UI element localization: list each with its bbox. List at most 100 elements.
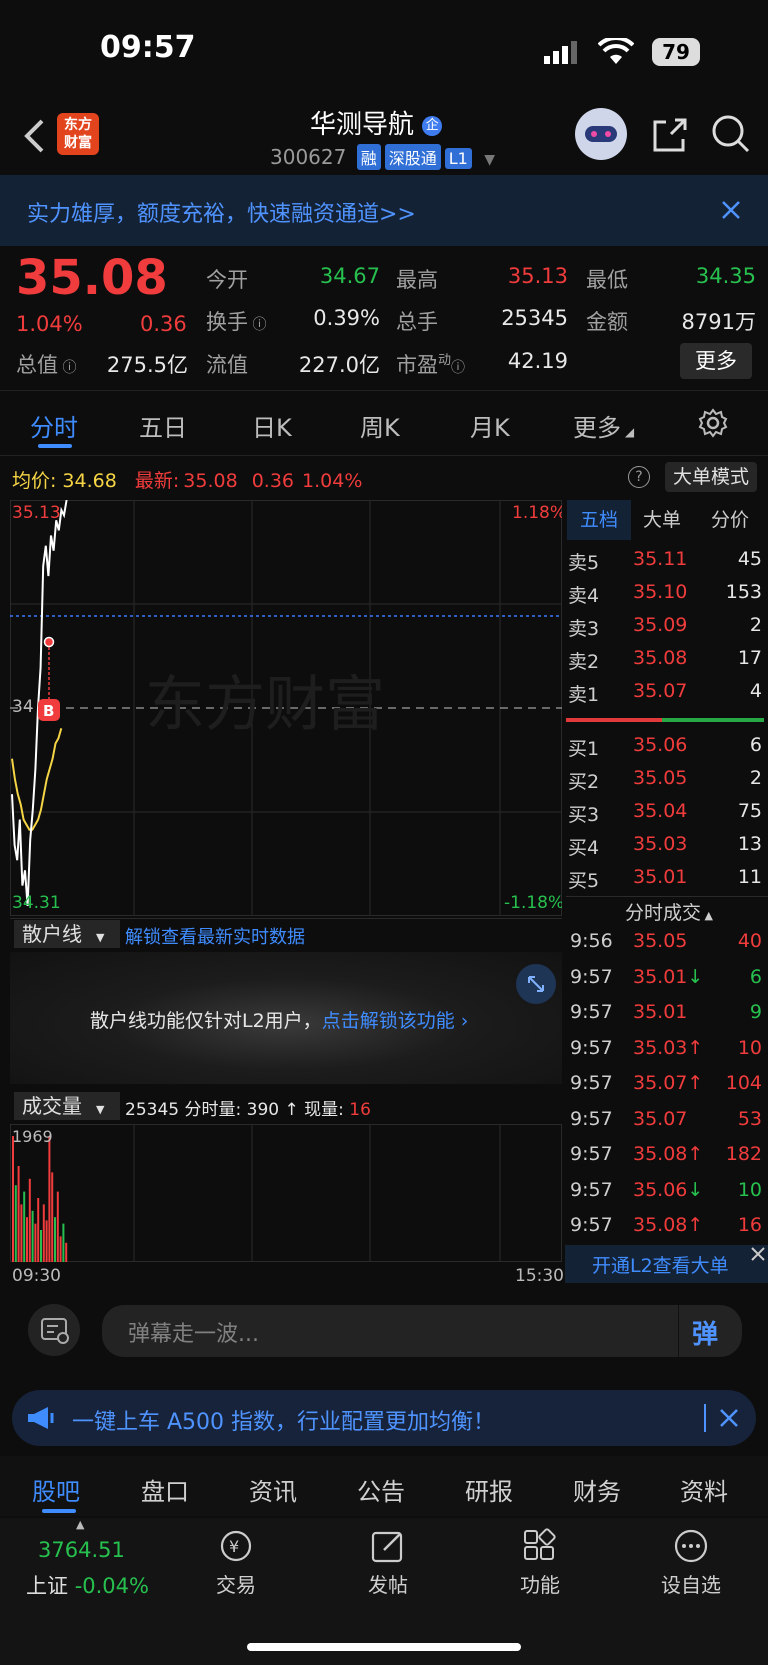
tab-weekly-k[interactable]: 周K — [360, 408, 400, 443]
apps-icon[interactable] — [522, 1528, 558, 1568]
volume-selector[interactable]: 成交量 ▼ — [14, 1092, 120, 1120]
ask-price[interactable]: 35.09 — [633, 614, 687, 636]
stat-label: 总值 ⓘ — [16, 353, 77, 377]
back-icon[interactable] — [22, 118, 46, 158]
share-icon[interactable] — [651, 116, 689, 158]
chevron-down-icon[interactable]: ▼ — [484, 152, 495, 168]
close-icon[interactable] — [721, 200, 741, 224]
ask-price[interactable]: 35.08 — [633, 647, 687, 669]
bid-bar — [662, 718, 764, 722]
tab-daily-k[interactable]: 日K — [252, 408, 292, 443]
gear-icon[interactable] — [698, 408, 728, 442]
stat-market-cap: 275.5亿 — [106, 353, 188, 377]
retail-unlock-feature-link[interactable]: 点击解锁该功能 — [322, 1010, 455, 1032]
volume-bar — [26, 1217, 28, 1262]
danmaku-settings-icon[interactable] — [28, 1304, 80, 1356]
volume-bar — [28, 1178, 31, 1262]
tab-announcements[interactable]: 公告 — [357, 1472, 405, 1507]
trade-price: 35.07↑ — [633, 1072, 704, 1094]
trades-title[interactable]: 分时成交 ▲ — [625, 898, 713, 925]
tab-more[interactable]: 更多 ◢ — [573, 408, 634, 443]
trade-price: 35.05 — [633, 930, 688, 952]
index-value[interactable]: 3764.51 — [38, 1538, 125, 1562]
close-icon[interactable] — [750, 1246, 766, 1266]
danmaku-send-button[interactable]: 弹 — [692, 1314, 718, 1351]
divider — [704, 1404, 706, 1432]
wifi-icon — [597, 35, 635, 70]
promo-text[interactable]: 一键上车 A500 指数，行业配置更加均衡！ — [72, 1404, 495, 1436]
tab-research[interactable]: 研报 — [465, 1472, 513, 1507]
tab-monthly-k[interactable]: 月K — [470, 408, 510, 443]
time-start-label: 09:30 — [12, 1266, 61, 1286]
bid-price[interactable]: 35.06 — [633, 734, 687, 756]
tab-finance[interactable]: 财务 — [573, 1472, 621, 1507]
trade-point-marker — [43, 636, 55, 648]
volume-bar — [40, 1230, 42, 1262]
ask-price[interactable]: 35.10 — [633, 581, 687, 603]
bid-price[interactable]: 35.01 — [633, 866, 687, 888]
info-icon: ⓘ — [451, 360, 466, 376]
big-order-mode-button[interactable]: 大单模式 — [665, 462, 757, 492]
nav-functions[interactable]: 功能 — [495, 1569, 585, 1598]
trade-price: 35.03↑ — [633, 1036, 704, 1059]
trade-volume: 53 — [737, 1107, 762, 1130]
ask-price[interactable]: 35.11 — [633, 548, 687, 570]
stat-label: 换手 ⓘ — [206, 310, 267, 334]
expand-icon[interactable] — [516, 964, 556, 1004]
nav-trade[interactable]: 交易 — [191, 1569, 281, 1598]
volume-chart[interactable]: 1969 — [10, 1124, 562, 1262]
tab-pankou[interactable]: 盘口 — [141, 1472, 189, 1507]
tab-profile[interactable]: 资料 — [680, 1472, 728, 1507]
trade-volume: 104 — [725, 1072, 762, 1094]
collapse-icon[interactable]: ▲ — [76, 1518, 84, 1531]
home-indicator — [247, 1643, 521, 1651]
tab-five-level[interactable]: 五档 — [567, 500, 631, 540]
level-tag: L1 — [444, 148, 472, 169]
help-icon[interactable]: ? — [628, 466, 650, 488]
post-icon[interactable] — [370, 1528, 406, 1568]
tab-intraday[interactable]: 分时 — [30, 408, 78, 443]
current-price: 35.08 — [16, 250, 168, 306]
bid-price[interactable]: 35.04 — [633, 800, 687, 822]
bid-volume: 11 — [737, 866, 762, 888]
retail-line-selector[interactable]: 散户线 ▼ — [14, 920, 120, 948]
close-icon[interactable] — [719, 1408, 739, 1432]
nav-post[interactable]: 发帖 — [343, 1569, 433, 1598]
bid-label: 买1 — [568, 738, 600, 760]
trade-volume: 40 — [737, 930, 762, 952]
tab-big-order[interactable]: 大单 — [643, 500, 681, 540]
ask-label: 卖3 — [568, 618, 600, 640]
change-amount: 0.36 — [140, 312, 187, 336]
more-dots-icon[interactable] — [673, 1528, 709, 1568]
trade-time: 9:57 — [570, 965, 613, 988]
tab-guba[interactable]: 股吧 — [32, 1472, 80, 1507]
more-button[interactable]: 更多 — [680, 343, 752, 379]
stat-label: 流值 — [206, 353, 248, 377]
time-end-label: 15:30 — [515, 1266, 564, 1286]
ask-price[interactable]: 35.07 — [633, 680, 687, 702]
ask-volume: 45 — [737, 548, 762, 570]
tab-five-day[interactable]: 五日 — [139, 408, 187, 443]
ask-label: 卖2 — [568, 651, 600, 673]
l2-link[interactable]: 开通L2查看大单 — [592, 1251, 729, 1278]
trade-icon[interactable]: ¥ — [216, 1528, 256, 1568]
trade-volume: 9 — [749, 1001, 762, 1023]
volume-bar — [62, 1223, 65, 1262]
index-info[interactable]: 上证 -0.04% — [26, 1570, 149, 1600]
intraday-chart[interactable]: 东方财富 B 35.13 34 34.31 1.18% -1.18% — [10, 500, 562, 916]
tab-price-split[interactable]: 分价 — [711, 500, 749, 540]
connect-tag: 深股通 — [384, 144, 441, 170]
robot-avatar[interactable] — [575, 108, 627, 160]
retail-unlock-link[interactable]: 解锁查看最新实时数据 — [125, 923, 305, 949]
tab-news[interactable]: 资讯 — [249, 1472, 297, 1507]
banner-text[interactable]: 实力雄厚，额度充裕，快速融资通道>> — [27, 196, 416, 228]
nav-add-watchlist[interactable]: 设自选 — [646, 1569, 736, 1598]
stat-low: 34.35 — [695, 264, 756, 288]
bid-price[interactable]: 35.03 — [633, 833, 687, 855]
bid-price[interactable]: 35.05 — [633, 767, 687, 789]
divider — [566, 896, 768, 897]
ask-label: 卖5 — [568, 552, 600, 574]
trade-price: 35.06↓ — [633, 1178, 704, 1201]
ask-volume: 4 — [749, 680, 762, 702]
search-icon[interactable] — [711, 114, 751, 158]
